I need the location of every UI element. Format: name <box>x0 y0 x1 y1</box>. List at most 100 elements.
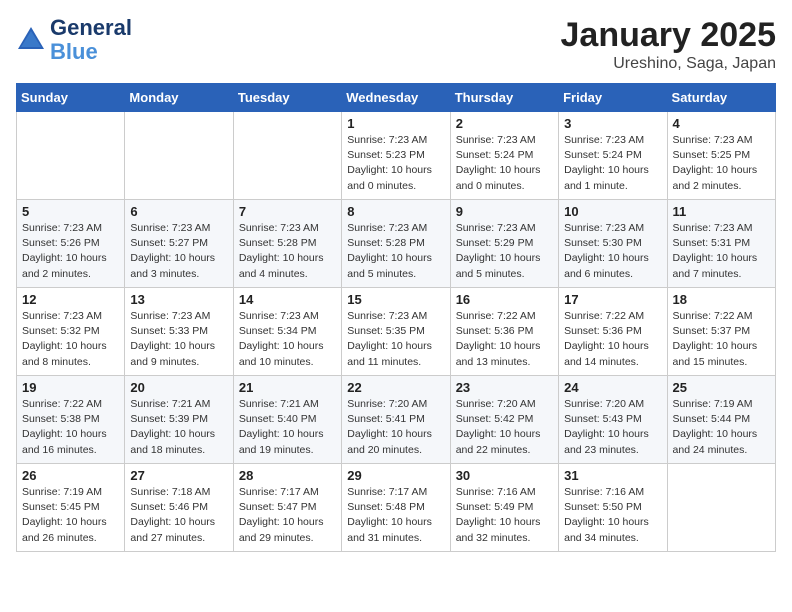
calendar-cell: 17 Sunrise: 7:22 AMSunset: 5:36 PMDayligh… <box>559 288 667 376</box>
weekday-header-row: SundayMondayTuesdayWednesdayThursdayFrid… <box>17 84 776 112</box>
calendar-cell: 5 Sunrise: 7:23 AMSunset: 5:26 PMDaylight… <box>17 200 125 288</box>
day-info: Sunrise: 7:22 AMSunset: 5:36 PMDaylight:… <box>564 309 661 370</box>
day-info: Sunrise: 7:23 AMSunset: 5:35 PMDaylight:… <box>347 309 444 370</box>
calendar-cell: 10 Sunrise: 7:23 AMSunset: 5:30 PMDayligh… <box>559 200 667 288</box>
calendar-cell: 1Sunrise: 7:23 AMSunset: 5:23 PMDaylight… <box>342 112 450 200</box>
day-number: 4 <box>673 116 770 131</box>
calendar-cell: 22 Sunrise: 7:20 AMSunset: 5:41 PMDayligh… <box>342 376 450 464</box>
day-number: 30 <box>456 468 553 483</box>
day-number: 18 <box>673 292 770 307</box>
calendar-cell: 9 Sunrise: 7:23 AMSunset: 5:29 PMDaylight… <box>450 200 558 288</box>
day-info: Sunrise: 7:17 AMSunset: 5:47 PMDaylight:… <box>239 485 336 546</box>
day-info: Sunrise: 7:23 AMSunset: 5:27 PMDaylight:… <box>130 221 227 282</box>
day-number: 15 <box>347 292 444 307</box>
day-number: 14 <box>239 292 336 307</box>
day-number: 1 <box>347 116 444 131</box>
calendar-week-row: 5 Sunrise: 7:23 AMSunset: 5:26 PMDaylight… <box>17 200 776 288</box>
day-info: Sunrise: 7:22 AMSunset: 5:37 PMDaylight:… <box>673 309 770 370</box>
day-number: 23 <box>456 380 553 395</box>
calendar-cell: 18 Sunrise: 7:22 AMSunset: 5:37 PMDayligh… <box>667 288 775 376</box>
day-number: 2 <box>456 116 553 131</box>
day-number: 7 <box>239 204 336 219</box>
calendar-cell: 31 Sunrise: 7:16 AMSunset: 5:50 PMDayligh… <box>559 464 667 552</box>
day-number: 19 <box>22 380 119 395</box>
calendar-cell: 15 Sunrise: 7:23 AMSunset: 5:35 PMDayligh… <box>342 288 450 376</box>
day-number: 27 <box>130 468 227 483</box>
day-info: Sunrise: 7:21 AMSunset: 5:40 PMDaylight:… <box>239 397 336 458</box>
calendar-week-row: 12Sunrise: 7:23 AMSunset: 5:32 PMDayligh… <box>17 288 776 376</box>
day-number: 9 <box>456 204 553 219</box>
day-number: 13 <box>130 292 227 307</box>
calendar-cell: 6Sunrise: 7:23 AMSunset: 5:27 PMDaylight… <box>125 200 233 288</box>
day-info: Sunrise: 7:16 AMSunset: 5:50 PMDaylight:… <box>564 485 661 546</box>
day-number: 21 <box>239 380 336 395</box>
calendar-cell: 20Sunrise: 7:21 AMSunset: 5:39 PMDayligh… <box>125 376 233 464</box>
weekday-header-tuesday: Tuesday <box>233 84 341 112</box>
day-number: 17 <box>564 292 661 307</box>
day-number: 10 <box>564 204 661 219</box>
calendar-cell: 14 Sunrise: 7:23 AMSunset: 5:34 PMDayligh… <box>233 288 341 376</box>
day-number: 25 <box>673 380 770 395</box>
day-info: Sunrise: 7:23 AMSunset: 5:31 PMDaylight:… <box>673 221 770 282</box>
day-number: 20 <box>130 380 227 395</box>
calendar-week-row: 19 Sunrise: 7:22 AMSunset: 5:38 PMDayligh… <box>17 376 776 464</box>
calendar-week-row: 26 Sunrise: 7:19 AMSunset: 5:45 PMDayligh… <box>17 464 776 552</box>
day-info: Sunrise: 7:23 AMSunset: 5:28 PMDaylight:… <box>347 221 444 282</box>
calendar-table: SundayMondayTuesdayWednesdayThursdayFrid… <box>16 83 776 552</box>
day-info: Sunrise: 7:23 AMSunset: 5:28 PMDaylight:… <box>239 221 336 282</box>
day-info: Sunrise: 7:23 AMSunset: 5:34 PMDaylight:… <box>239 309 336 370</box>
day-info: Sunrise: 7:17 AMSunset: 5:48 PMDaylight:… <box>347 485 444 546</box>
day-info: Sunrise: 7:23 AMSunset: 5:24 PMDaylight:… <box>456 133 553 194</box>
weekday-header-monday: Monday <box>125 84 233 112</box>
calendar-cell: 13Sunrise: 7:23 AMSunset: 5:33 PMDayligh… <box>125 288 233 376</box>
calendar-cell: 11 Sunrise: 7:23 AMSunset: 5:31 PMDayligh… <box>667 200 775 288</box>
location: Ureshino, Saga, Japan <box>561 55 777 73</box>
calendar-cell <box>233 112 341 200</box>
calendar-cell: 3 Sunrise: 7:23 AMSunset: 5:24 PMDaylight… <box>559 112 667 200</box>
logo-line2: Blue <box>50 40 132 64</box>
title-block: January 2025 Ureshino, Saga, Japan <box>561 16 777 73</box>
logo-icon <box>16 25 46 55</box>
weekday-header-wednesday: Wednesday <box>342 84 450 112</box>
day-info: Sunrise: 7:16 AMSunset: 5:49 PMDaylight:… <box>456 485 553 546</box>
day-info: Sunrise: 7:20 AMSunset: 5:43 PMDaylight:… <box>564 397 661 458</box>
day-number: 26 <box>22 468 119 483</box>
day-number: 24 <box>564 380 661 395</box>
day-number: 29 <box>347 468 444 483</box>
calendar-cell: 25Sunrise: 7:19 AMSunset: 5:44 PMDayligh… <box>667 376 775 464</box>
day-info: Sunrise: 7:23 AMSunset: 5:30 PMDaylight:… <box>564 221 661 282</box>
day-number: 28 <box>239 468 336 483</box>
day-info: Sunrise: 7:23 AMSunset: 5:32 PMDaylight:… <box>22 309 119 370</box>
calendar-cell: 4 Sunrise: 7:23 AMSunset: 5:25 PMDaylight… <box>667 112 775 200</box>
calendar-cell: 30 Sunrise: 7:16 AMSunset: 5:49 PMDayligh… <box>450 464 558 552</box>
day-number: 8 <box>347 204 444 219</box>
calendar-cell <box>125 112 233 200</box>
day-info: Sunrise: 7:23 AMSunset: 5:26 PMDaylight:… <box>22 221 119 282</box>
day-info: Sunrise: 7:18 AMSunset: 5:46 PMDaylight:… <box>130 485 227 546</box>
day-info: Sunrise: 7:22 AMSunset: 5:36 PMDaylight:… <box>456 309 553 370</box>
calendar-cell: 12Sunrise: 7:23 AMSunset: 5:32 PMDayligh… <box>17 288 125 376</box>
day-info: Sunrise: 7:20 AMSunset: 5:41 PMDaylight:… <box>347 397 444 458</box>
weekday-header-thursday: Thursday <box>450 84 558 112</box>
day-info: Sunrise: 7:23 AMSunset: 5:25 PMDaylight:… <box>673 133 770 194</box>
day-number: 11 <box>673 204 770 219</box>
day-number: 3 <box>564 116 661 131</box>
calendar-cell: 23 Sunrise: 7:20 AMSunset: 5:42 PMDayligh… <box>450 376 558 464</box>
day-info: Sunrise: 7:23 AMSunset: 5:24 PMDaylight:… <box>564 133 661 194</box>
calendar-cell: 24 Sunrise: 7:20 AMSunset: 5:43 PMDayligh… <box>559 376 667 464</box>
calendar-cell <box>667 464 775 552</box>
day-number: 5 <box>22 204 119 219</box>
calendar-cell <box>17 112 125 200</box>
page-header: General Blue January 2025 Ureshino, Saga… <box>16 16 776 73</box>
day-info: Sunrise: 7:20 AMSunset: 5:42 PMDaylight:… <box>456 397 553 458</box>
day-info: Sunrise: 7:19 AMSunset: 5:45 PMDaylight:… <box>22 485 119 546</box>
day-number: 31 <box>564 468 661 483</box>
day-number: 22 <box>347 380 444 395</box>
calendar-cell: 27 Sunrise: 7:18 AMSunset: 5:46 PMDayligh… <box>125 464 233 552</box>
day-info: Sunrise: 7:22 AMSunset: 5:38 PMDaylight:… <box>22 397 119 458</box>
logo-line1: General <box>50 16 132 40</box>
weekday-header-friday: Friday <box>559 84 667 112</box>
calendar-cell: 28 Sunrise: 7:17 AMSunset: 5:47 PMDayligh… <box>233 464 341 552</box>
day-info: Sunrise: 7:23 AMSunset: 5:29 PMDaylight:… <box>456 221 553 282</box>
calendar-cell: 8 Sunrise: 7:23 AMSunset: 5:28 PMDaylight… <box>342 200 450 288</box>
